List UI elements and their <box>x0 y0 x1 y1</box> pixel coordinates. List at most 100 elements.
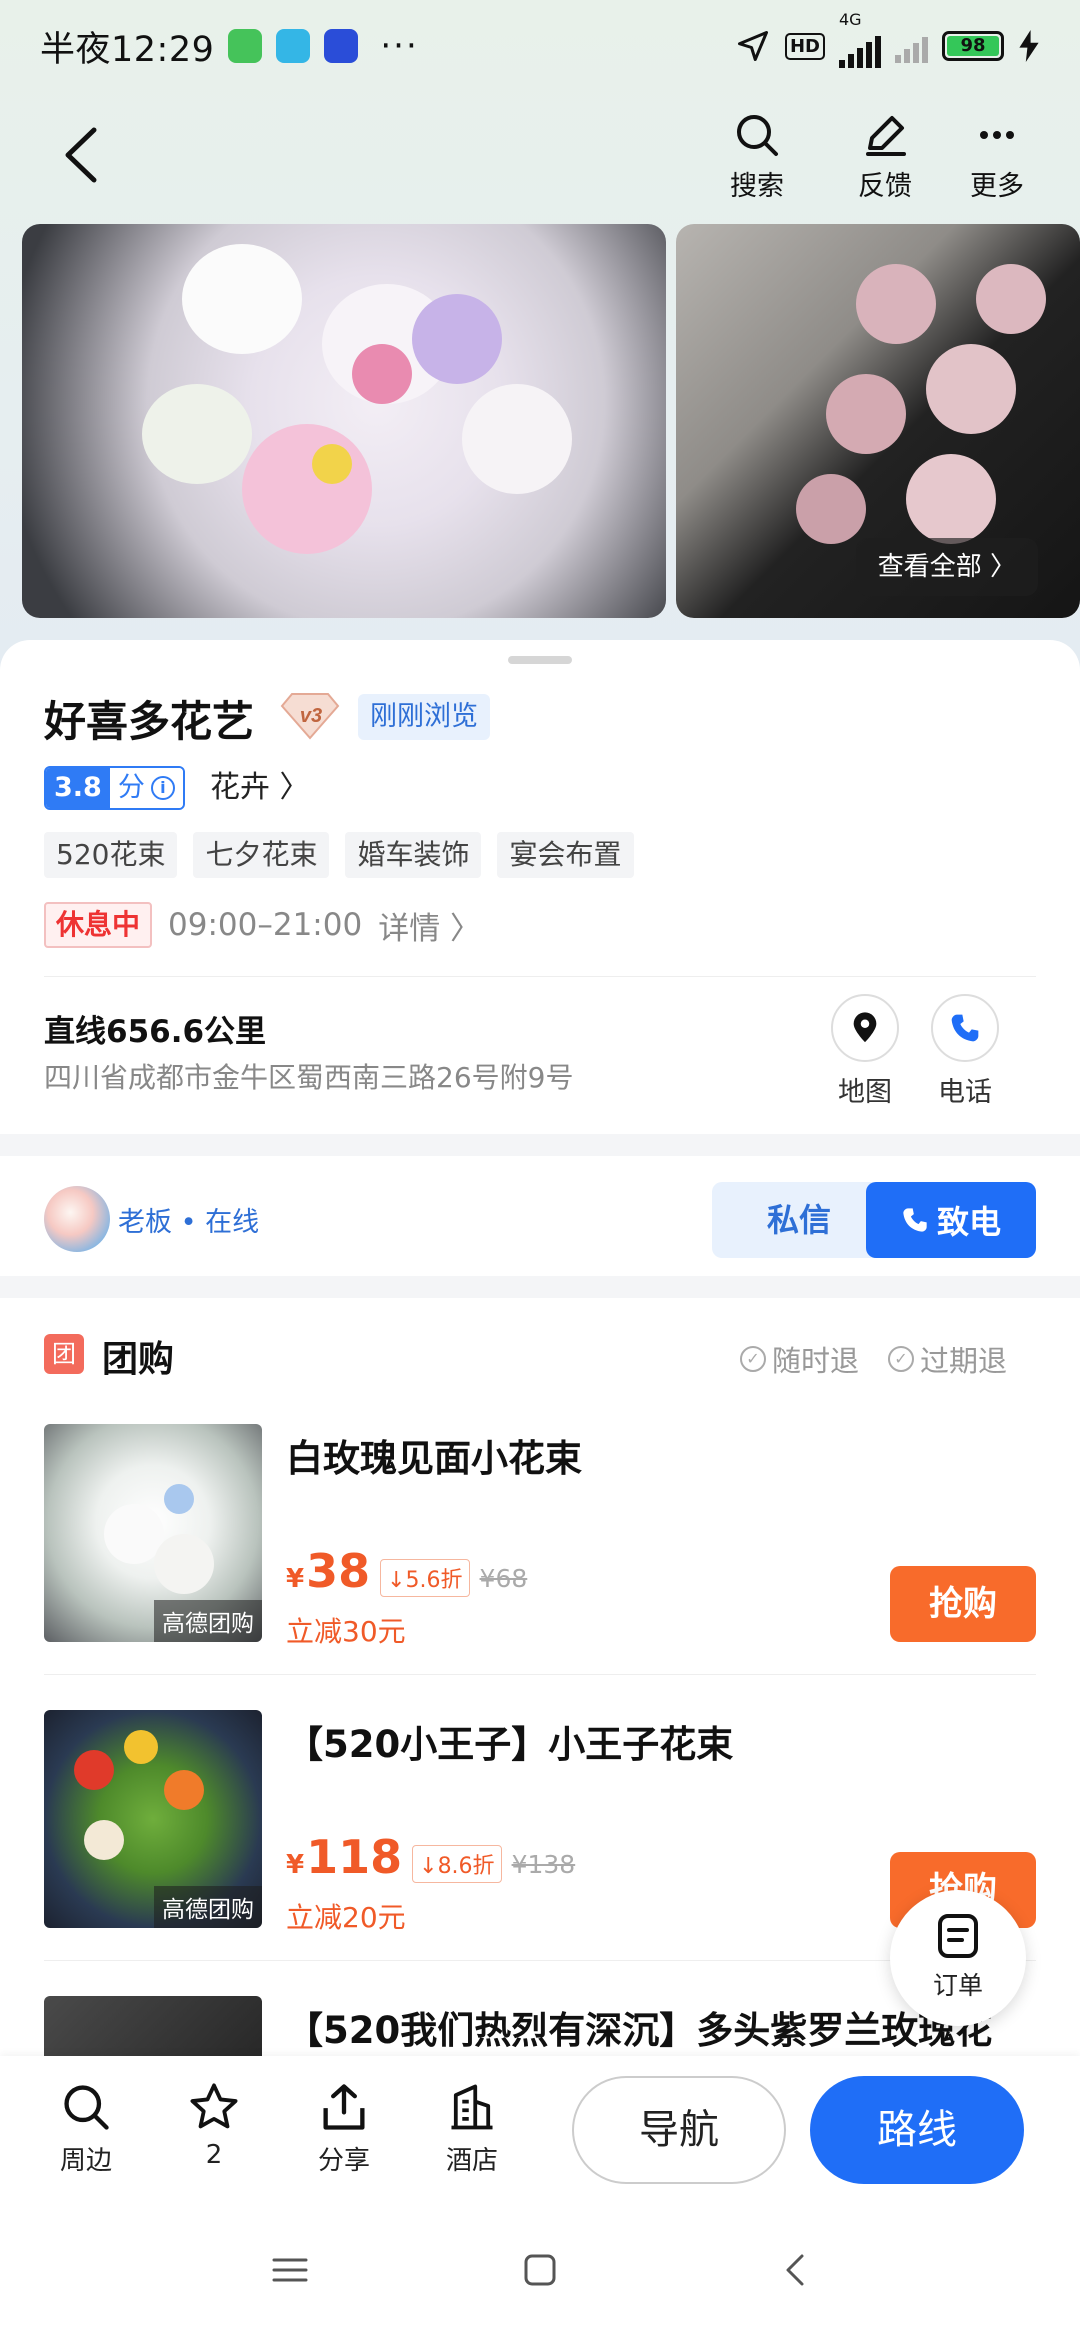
navigation-button[interactable]: 导航 <box>572 2076 786 2184</box>
phone-icon <box>951 1014 979 1042</box>
deal-price: 38 <box>306 1544 371 1598</box>
divider <box>44 976 1036 977</box>
menu-icon <box>272 2258 308 2282</box>
deal-item[interactable]: 高德团购 白玫瑰见面小花束 ¥ 38 ↓5.6折 ¥68 立减30元 抢购 <box>0 1424 1080 1710</box>
hotel-button[interactable]: 酒店 <box>422 2080 522 2177</box>
tag-item[interactable]: 婚车装饰 <box>345 832 482 878</box>
deal-price-row: ¥ 38 ↓5.6折 ¥68 <box>286 1544 528 1598</box>
app-notification-icon <box>324 29 359 63</box>
favorite-count: 2 <box>205 2140 223 2170</box>
svg-text:v3: v3 <box>300 705 322 727</box>
group-buy-header: 团 团购 ✓ 随时退 ✓ 过期退 <box>0 1300 1080 1410</box>
orders-float-button[interactable]: 订单 <box>890 1890 1026 2026</box>
search-icon <box>64 2085 109 2130</box>
favorite-button[interactable]: 2 <box>164 2080 264 2170</box>
phone-icon <box>903 1208 927 1232</box>
deal-title: 【520小王子】小王子花束 <box>286 1723 734 1766</box>
route-button[interactable]: 路线 <box>810 2076 1024 2184</box>
map-button[interactable]: 地图 <box>820 994 910 1109</box>
battery-icon: 98 <box>942 31 1004 61</box>
more-button[interactable]: 更多 <box>952 110 1042 203</box>
group-buy-title: 团购 <box>102 1339 175 1380</box>
tag-item[interactable]: 宴会布置 <box>497 832 634 878</box>
signal-strength-icon: 4G <box>839 10 881 68</box>
sheet-drag-handle[interactable] <box>508 656 572 664</box>
call-button[interactable]: 致电 <box>866 1182 1036 1258</box>
deal-price: 118 <box>306 1830 403 1884</box>
map-pin-icon <box>853 1012 877 1043</box>
rating-badge[interactable]: 3.8 分i <box>44 766 185 810</box>
hd-icon: HD <box>784 32 825 60</box>
hours-details-link[interactable]: 详情 〉 <box>378 903 481 948</box>
chevron-left-icon <box>65 127 97 183</box>
check-circle-icon: ✓ <box>888 1346 914 1372</box>
divider <box>44 1960 1036 1961</box>
rating-unit: 分 <box>117 772 145 803</box>
share-button[interactable]: 分享 <box>294 2080 394 2177</box>
v3-level-badge-icon: v3 <box>280 693 340 740</box>
star-icon <box>190 2083 238 2129</box>
refund-expired-policy: ✓ 过期退 <box>888 1338 1007 1380</box>
tag-item[interactable]: 520花束 <box>44 832 178 878</box>
sim2-signal-icon <box>895 29 928 63</box>
feedback-button[interactable]: 反馈 <box>840 110 930 203</box>
phone-label: 电话 <box>938 1077 992 1108</box>
buy-now-button[interactable]: 抢购 <box>890 1566 1036 1642</box>
hotel-label: 酒店 <box>445 2146 498 2176</box>
deal-source-label: 高德团购 <box>154 1600 262 1642</box>
shop-photo-bouquet[interactable] <box>22 224 666 618</box>
nearby-label: 周边 <box>59 2146 112 2176</box>
group-buy-icon: 团 <box>44 1334 84 1374</box>
home-button[interactable] <box>520 2250 560 2294</box>
section-gap <box>0 1276 1080 1298</box>
view-all-photos-button[interactable]: 查看全部 〉 <box>855 538 1038 596</box>
orders-label: 订单 <box>932 1971 983 2000</box>
deal-image[interactable]: 高德团购 <box>44 1710 262 1928</box>
category-link[interactable]: 花卉 〉 <box>210 766 310 810</box>
hotel-icon <box>451 2084 493 2130</box>
system-back-button[interactable] <box>776 2250 816 2294</box>
address-text[interactable]: 四川省成都市金牛区蜀西南三路26号附9号 <box>44 1056 573 1096</box>
info-icon: i <box>150 776 175 800</box>
private-message-button[interactable]: 私信 <box>712 1182 886 1258</box>
order-list-icon <box>938 1914 978 1958</box>
owner-avatar[interactable] <box>44 1186 110 1252</box>
search-label: 搜索 <box>730 171 784 202</box>
home-square-icon <box>524 2254 556 2286</box>
share-label: 分享 <box>317 2146 370 2176</box>
header: 搜索 反馈 更多 <box>0 100 1080 210</box>
nearby-button[interactable]: 周边 <box>36 2080 136 2177</box>
search-icon <box>737 115 778 156</box>
share-icon <box>323 2084 365 2130</box>
system-navigation-bar <box>0 2204 1080 2340</box>
edit-icon <box>866 116 906 156</box>
refund-anytime-policy: ✓ 随时退 <box>740 1338 859 1380</box>
deal-price-row: ¥ 118 ↓8.6折 ¥138 <box>286 1830 576 1884</box>
discount-badge: ↓5.6折 <box>380 1559 470 1597</box>
business-hours-row: 休息中 09:00–21:00 详情 〉 <box>44 902 481 948</box>
status-bar: 半夜12:29 ··· HD 4G 98 <box>0 0 1080 92</box>
chevron-left-icon <box>786 2254 804 2286</box>
deal-title: 【520我们热烈有深沉】多头紫罗兰玫瑰花 <box>286 2009 993 2052</box>
recently-viewed-tag: 刚刚浏览 <box>358 694 490 740</box>
shop-tags: 520花束 七夕花束 婚车装饰 宴会布置 <box>44 832 634 878</box>
deal-image[interactable]: 高德团购 <box>44 1424 262 1642</box>
back-button[interactable] <box>50 120 120 190</box>
map-label: 地图 <box>838 1077 892 1108</box>
discount-badge: ↓8.6折 <box>412 1845 502 1883</box>
original-price: ¥68 <box>479 1564 528 1593</box>
deal-source-label: 高德团购 <box>154 1886 262 1928</box>
call-button-label: 致电 <box>936 1203 1001 1241</box>
divider <box>44 1674 1036 1675</box>
business-hours: 09:00–21:00 <box>168 907 363 943</box>
section-gap <box>0 1134 1080 1156</box>
phone-button[interactable]: 电话 <box>920 994 1010 1109</box>
tag-item[interactable]: 七夕花束 <box>193 832 330 878</box>
recent-apps-button[interactable] <box>270 2250 310 2294</box>
search-button[interactable]: 搜索 <box>712 110 802 203</box>
rating-score: 3.8 <box>46 768 110 808</box>
status-time: 半夜12:29 <box>40 29 215 70</box>
more-label: 更多 <box>970 171 1024 202</box>
status-badge: 休息中 <box>44 902 153 948</box>
owner-contact-row: 老板 • 在线 私信 致电 <box>0 1160 1080 1280</box>
